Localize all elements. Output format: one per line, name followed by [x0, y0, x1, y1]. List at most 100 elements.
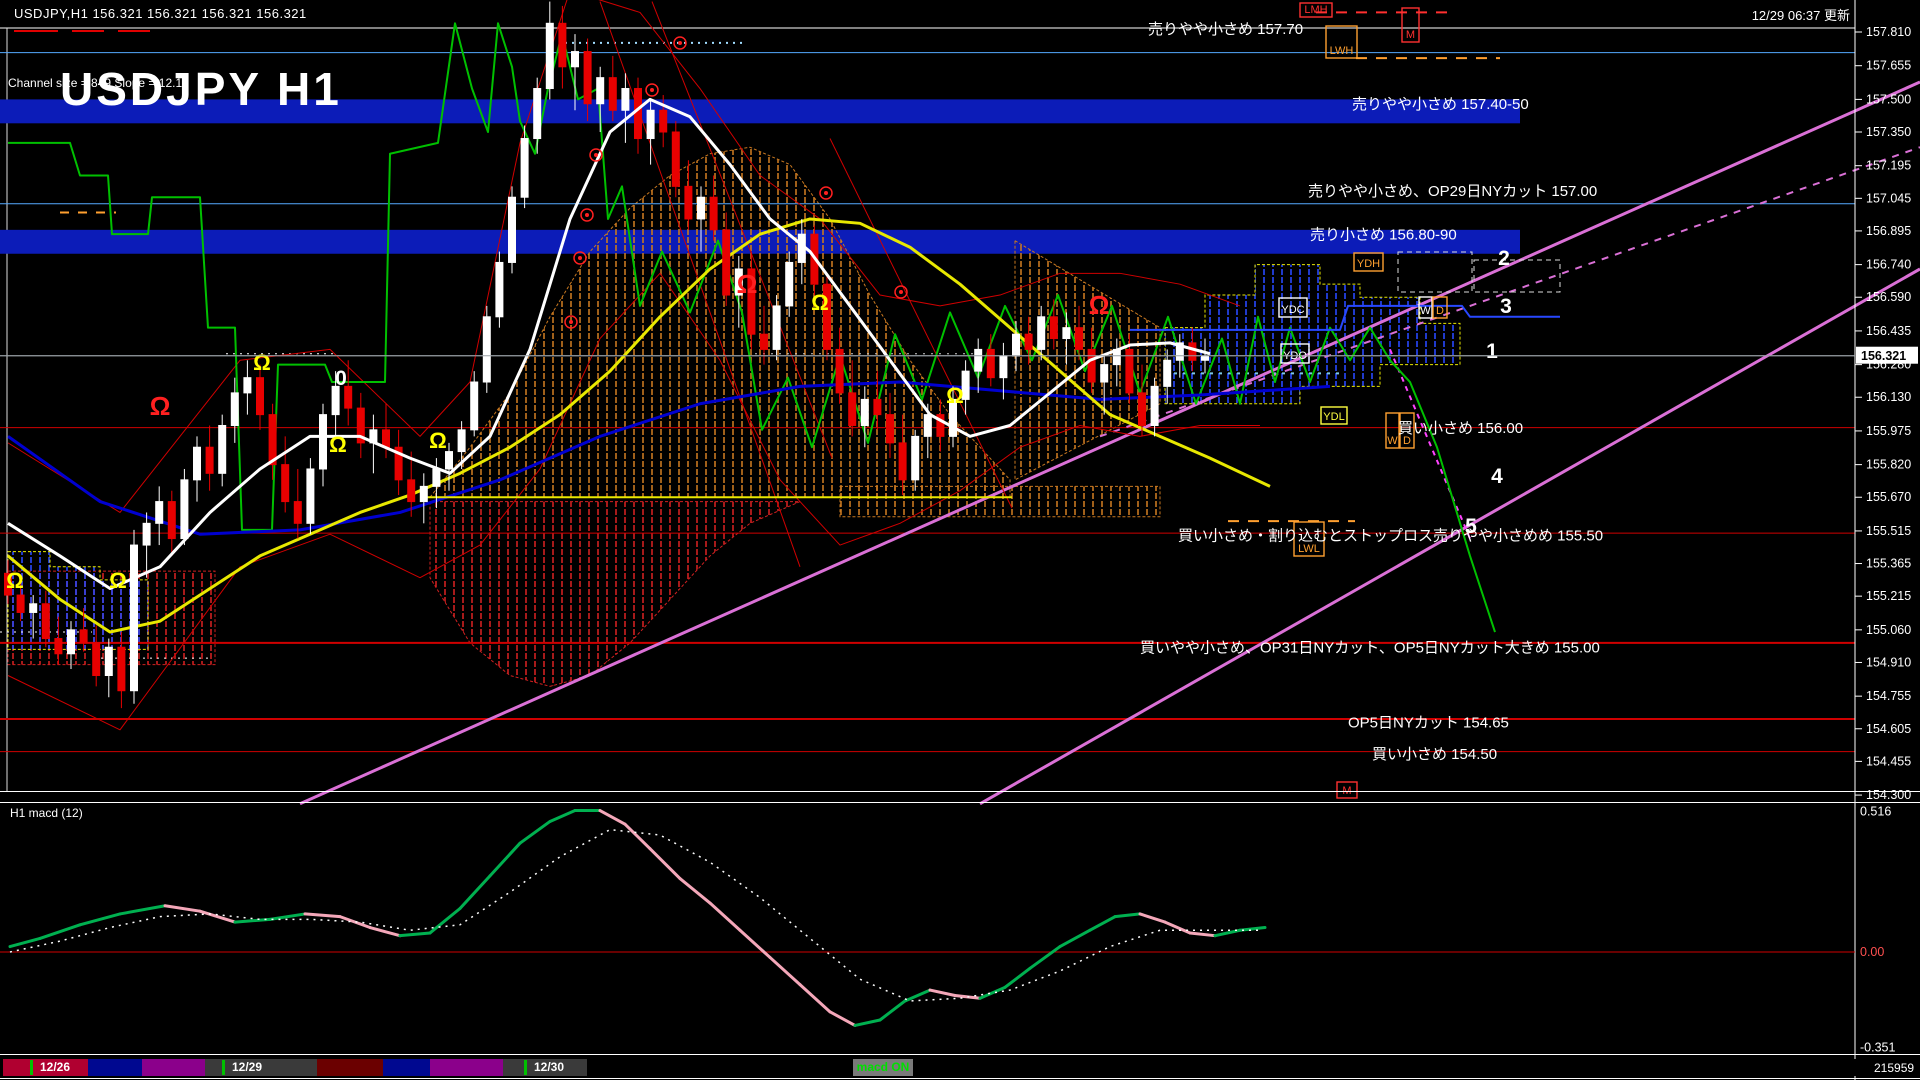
bear-candle: [294, 502, 301, 524]
red-circle-marker-dot: [899, 290, 903, 294]
channel-info-label: Channel size = 849 Slope = 12.10: [8, 76, 189, 90]
underline-mark: [72, 30, 104, 32]
bull-candle: [320, 415, 327, 469]
level-annotation: 売りやや小さめ 157.70: [1148, 21, 1303, 38]
price-axis-tick-label: 156.895: [1866, 224, 1911, 238]
macd-tick-bottom: -0.351: [1860, 1040, 1895, 1054]
bear-candle: [257, 378, 264, 415]
bear-candle: [1076, 328, 1083, 350]
level-annotation: 買い小さめ 156.00: [1398, 420, 1523, 437]
bull-candle: [1151, 386, 1158, 425]
level-annotation: 売りやや小さめ 157.40-50: [1352, 96, 1529, 113]
bear-candle: [609, 78, 616, 111]
macd-indicator-label: H1 macd (12): [10, 806, 83, 820]
price-axis-tick-label: 155.820: [1866, 458, 1911, 472]
macd-on-toggle[interactable]: macd ON: [853, 1059, 913, 1076]
yellow-omega-marker: Ω: [6, 568, 24, 593]
price-axis-tick-label: 157.500: [1866, 92, 1911, 106]
level-label-text-w: W: [1420, 305, 1431, 317]
level-label-text-w: W: [1387, 435, 1398, 447]
bull-candle: [622, 89, 629, 111]
panel-separator-axis: [0, 1054, 1920, 1055]
price-axis-tick-label: 157.045: [1866, 191, 1911, 205]
bear-candle: [55, 639, 62, 654]
price-axis-tick-label: 156.435: [1866, 324, 1911, 338]
price-axis-tick-label: 155.365: [1866, 557, 1911, 571]
panel-separator-top: [0, 791, 1920, 792]
bear-candle: [42, 604, 49, 639]
bull-candle: [496, 262, 503, 316]
bear-candle: [1050, 317, 1057, 339]
bear-candle: [635, 89, 642, 139]
bull-candle: [219, 425, 226, 473]
level-label-text-d: D: [1436, 305, 1444, 317]
bull-candle: [30, 604, 37, 613]
bear-candle: [761, 334, 768, 349]
underline-mark: [118, 30, 150, 32]
red-omega-marker: Ω: [737, 269, 758, 299]
symbol-ohlc-info: USDJPY,H1 156.321 156.321 156.321 156.32…: [14, 6, 307, 21]
bull-candle: [68, 630, 75, 654]
bear-candle: [383, 430, 390, 447]
level-annotation: 買いやや小さめ、OP31日NYカット、OP5日NYカット大きめ 155.00: [1140, 640, 1600, 657]
tick-counter: 215959: [1874, 1061, 1914, 1075]
bull-candle: [1202, 356, 1209, 360]
yellow-omega-marker: Ω: [946, 383, 964, 408]
bull-candle: [534, 89, 541, 139]
bear-candle: [887, 415, 894, 443]
bull-candle: [572, 52, 579, 67]
bull-candle: [1013, 334, 1020, 356]
bear-candle: [1088, 349, 1095, 382]
yellow-omega-marker: Ω: [329, 432, 347, 457]
bear-candle: [723, 230, 730, 295]
bull-candle: [194, 447, 201, 480]
price-axis-tick-label: 157.350: [1866, 125, 1911, 139]
red-circle-marker-dot: [585, 213, 589, 217]
bull-candle: [458, 430, 465, 452]
wave-count-label: 1: [1486, 340, 1498, 363]
current-price-value: 156.321: [1861, 349, 1906, 363]
bear-candle: [118, 647, 125, 690]
price-axis-tick-label: 157.655: [1866, 59, 1911, 73]
price-axis-tick-label: 155.975: [1866, 424, 1911, 438]
red-circle-marker-dot: [594, 153, 598, 157]
wave-count-label: 2: [1498, 247, 1510, 270]
bear-candle: [1025, 334, 1032, 349]
level-label-text-ydc: YDC: [1281, 304, 1304, 316]
bear-candle: [710, 197, 717, 230]
bear-candle: [849, 393, 856, 426]
bear-candle: [1139, 393, 1146, 426]
level-label-text-lmh: LMH: [1304, 4, 1327, 16]
session-segment: [142, 1059, 205, 1076]
bull-candle: [244, 378, 251, 393]
bull-candle: [307, 469, 314, 523]
red-circle-marker-dot: [650, 88, 654, 92]
price-axis-tick-label: 154.605: [1866, 722, 1911, 736]
yellow-omega-marker: Ω: [811, 290, 829, 315]
level-label-text-lwl: LWL: [1298, 543, 1320, 555]
time-axis-session-bar: macd ON 12/2612/2912/30: [0, 1059, 1920, 1076]
bull-candle: [105, 647, 112, 675]
bull-candle: [332, 386, 339, 414]
yellow-omega-marker: Ω: [429, 428, 447, 453]
bear-candle: [874, 399, 881, 414]
bull-candle: [143, 523, 150, 545]
bull-candle: [698, 197, 705, 219]
bull-candle: [786, 262, 793, 305]
bull-candle: [1101, 365, 1108, 382]
bull-candle: [546, 23, 553, 88]
chart-canvas[interactable]: ΩΩΩΩΩΩΩΩΩΩLMHMLWHYDHYDCWDYDOYDLWDLWLM012…: [0, 0, 1920, 1080]
time-axis-date-label: 12/30: [524, 1060, 564, 1075]
level-label-text-ydl: YDL: [1323, 411, 1344, 423]
bull-candle: [861, 399, 868, 425]
bull-candle: [1038, 317, 1045, 350]
bull-candle: [181, 480, 188, 539]
trading-chart-window: ΩΩΩΩΩΩΩΩΩΩLMHMLWHYDHYDCWDYDOYDLWDLWLM012…: [0, 0, 1920, 1080]
bear-candle: [269, 415, 276, 465]
level-annotation: 売りやや小さめ、OP29日NYカット 157.00: [1308, 183, 1597, 200]
bear-candle: [206, 447, 213, 473]
macd-tick-zero: 0.00: [1860, 945, 1884, 959]
session-segment: [317, 1059, 383, 1076]
price-axis-tick-label: 157.810: [1866, 25, 1911, 39]
symbol-ohlc-text: USDJPY,H1 156.321 156.321 156.321 156.32…: [14, 6, 307, 21]
